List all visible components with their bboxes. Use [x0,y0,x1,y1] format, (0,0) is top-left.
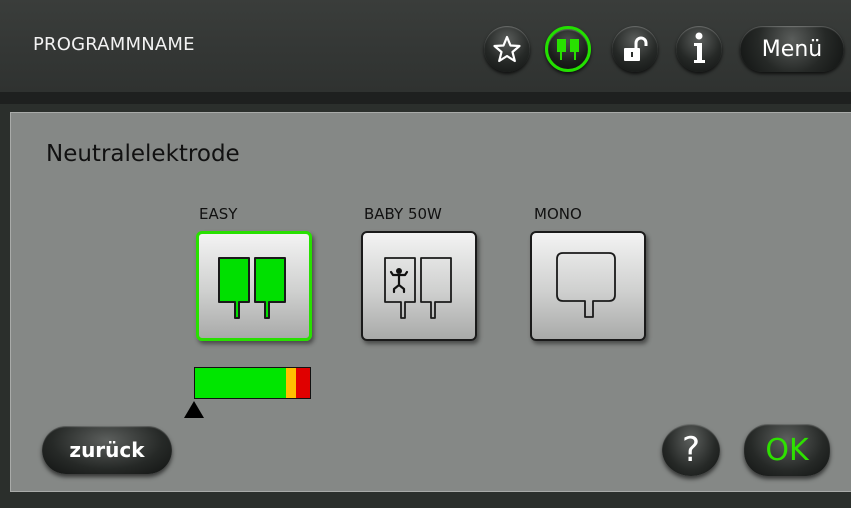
quality-segment-red [296,368,310,398]
info-icon [694,32,705,63]
baby-split-electrode-icon [384,257,452,319]
quality-marker [184,401,204,418]
header-bar: PROGRAMMNAME Menü [0,0,851,92]
neutral-electrode-icon [557,39,579,60]
page-title: Neutralelektrode [46,141,240,167]
back-button[interactable]: zurück [42,426,172,474]
option-baby-button[interactable] [361,231,477,341]
info-button[interactable] [676,26,722,72]
help-button[interactable]: ? [662,424,720,476]
mono-electrode-icon [556,252,616,318]
option-easy-button[interactable] [196,231,312,341]
ok-button[interactable]: OK [744,424,830,476]
option-mono-button[interactable] [530,231,646,341]
option-label-easy: EASY [199,205,238,223]
star-outline-icon [493,35,521,63]
contact-quality-bar [194,367,311,399]
quality-segment-yellow [285,368,297,398]
unlock-button[interactable] [612,26,658,72]
unlock-icon [624,36,648,61]
neutral-electrode-button[interactable] [545,26,591,72]
option-label-baby: BABY 50W [364,205,442,223]
header-divider [0,92,851,104]
quality-segment-green [195,368,286,398]
menu-button[interactable]: Menü [740,26,844,72]
program-name: PROGRAMMNAME [33,34,195,55]
split-electrode-icon [218,257,286,319]
bottom-edge [0,494,851,508]
favorites-button[interactable] [484,26,530,72]
option-label-mono: MONO [534,205,582,223]
